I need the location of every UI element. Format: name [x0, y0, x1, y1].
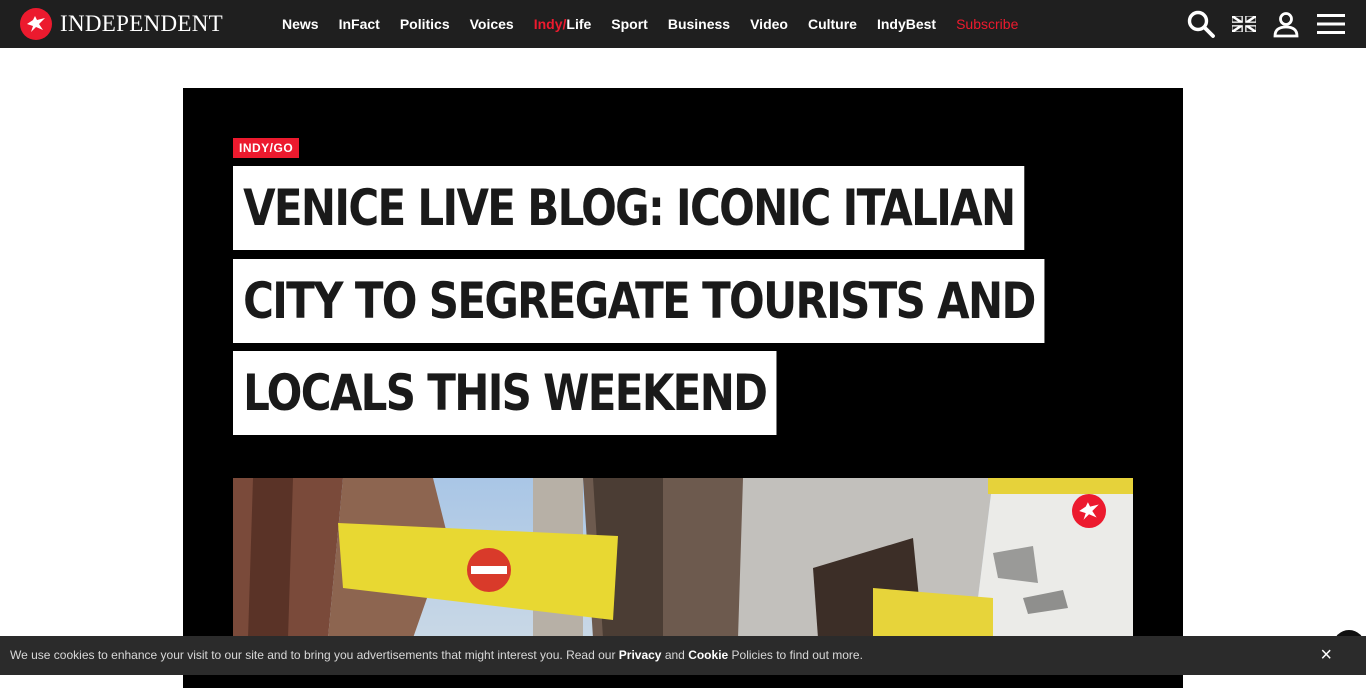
section-tag[interactable]: INDY/GO — [233, 138, 300, 158]
brand-name: INDEPENDENT — [60, 11, 223, 36]
headline-line-2: CITY TO SEGREGATE TOURISTS AND — [233, 259, 1045, 343]
nav-item-culture[interactable]: Culture — [808, 16, 857, 32]
cookie-text-after: Policies to find out more. — [728, 648, 863, 662]
nav-item-video[interactable]: Video — [750, 16, 788, 32]
independent-watermark-icon — [1072, 494, 1106, 528]
nav-item-news[interactable]: News — [282, 16, 319, 32]
privacy-link[interactable]: Privacy — [619, 648, 662, 662]
nav-item-sport[interactable]: Sport — [611, 16, 648, 32]
eagle-icon — [20, 8, 52, 40]
nav-item-voices[interactable]: Voices — [470, 16, 514, 32]
menu-icon[interactable] — [1316, 12, 1346, 36]
independent-logo[interactable]: INDEPENDENT — [20, 7, 223, 41]
nav-item-politics[interactable]: Politics — [400, 16, 450, 32]
main-nav: News InFact Politics Voices Indy/Life Sp… — [282, 0, 1038, 48]
nav-item-infact[interactable]: InFact — [339, 16, 380, 32]
cookie-text-and: and — [661, 648, 689, 662]
nav-item-indy-life[interactable]: Indy/Life — [534, 16, 592, 32]
search-icon[interactable] — [1186, 9, 1216, 39]
nav-life-suffix: Life — [566, 16, 592, 32]
nav-item-business[interactable]: Business — [668, 16, 730, 32]
header-actions — [1170, 0, 1346, 48]
video-player[interactable] — [233, 478, 1133, 638]
cookie-text-before: We use cookies to enhance your visit to … — [10, 648, 619, 662]
headline-line-3: LOCALS THIS WEEKEND — [233, 351, 777, 435]
top-navigation-bar: INDEPENDENT News InFact Politics Voices … — [0, 0, 1366, 48]
subscribe-link[interactable]: Subscribe — [956, 16, 1018, 32]
user-icon[interactable] — [1272, 10, 1300, 38]
cookie-banner: We use cookies to enhance your visit to … — [0, 636, 1366, 675]
video-thumbnail — [233, 478, 1133, 638]
headline-line-1: VENICE LIVE BLOG: ICONIC ITALIAN — [233, 166, 1025, 250]
nav-indy-prefix: Indy/ — [533, 16, 567, 32]
cookie-policy-link[interactable]: Cookie — [688, 648, 728, 662]
article-hero: INDY/GO VENICE LIVE BLOG: ICONIC ITALIAN… — [183, 88, 1183, 688]
close-icon[interactable]: × — [1320, 636, 1332, 675]
nav-item-indybest[interactable]: IndyBest — [877, 16, 936, 32]
uk-flag-icon[interactable] — [1232, 16, 1256, 32]
